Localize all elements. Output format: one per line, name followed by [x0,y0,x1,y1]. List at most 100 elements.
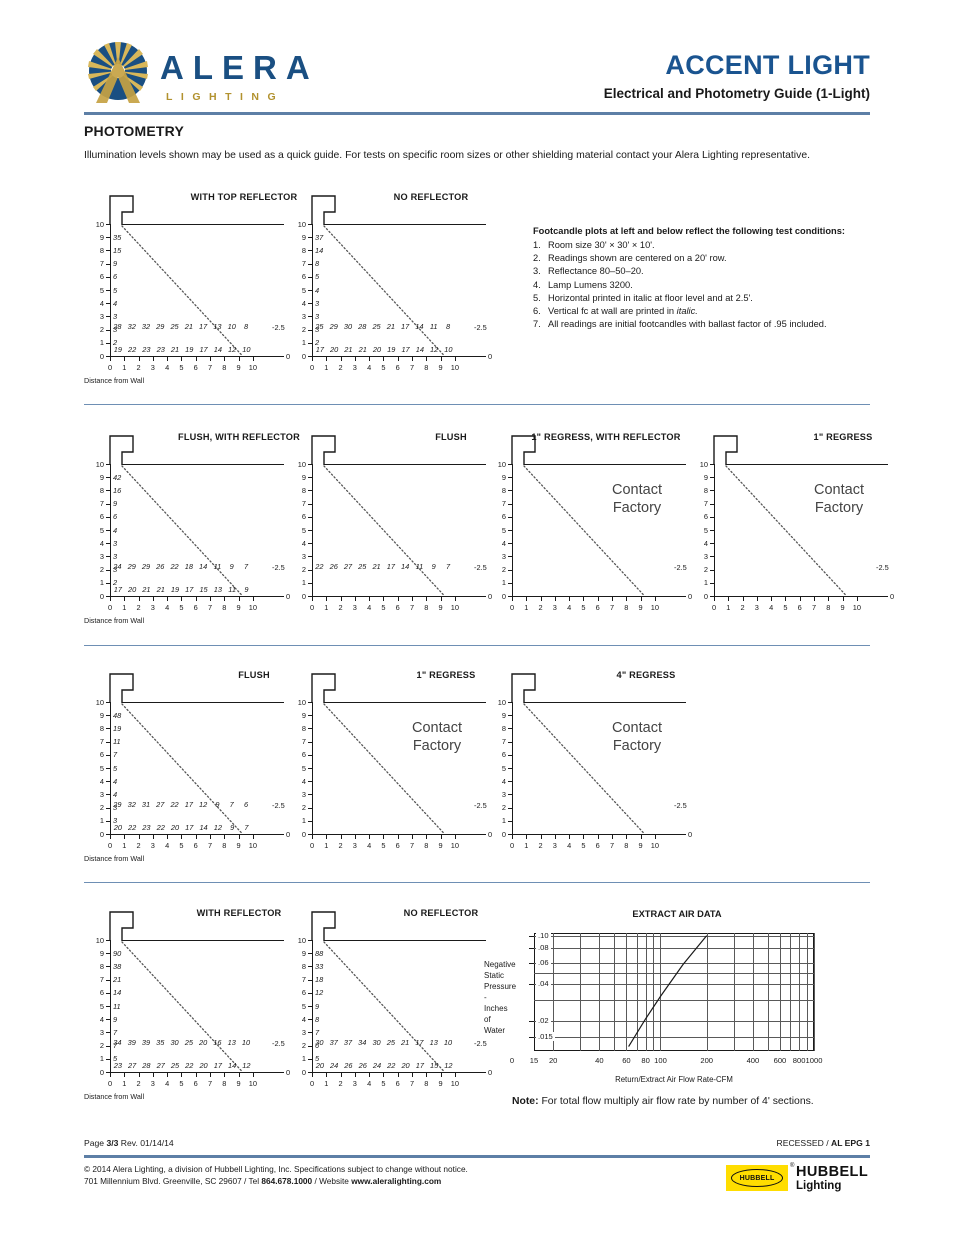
fixture-icon [511,673,536,703]
x-tick-label: 9 [438,603,443,612]
footcandle-value-2-5ft: 7 [243,561,249,571]
beam-line [121,465,244,597]
hubbell-badge: HUBBELL [726,1165,788,1191]
x-tick-label: 6 [193,603,198,612]
x-tick-label: 1 [122,841,127,850]
test-condition-item: 5. Horizontal printed in italic at floor … [533,292,878,305]
y-tick-label: 8 [99,723,104,733]
y-tick-label: 0 [99,591,104,601]
chart-title: 1" REGRESS [813,432,873,442]
header-rule [84,112,870,115]
y-tick-label: 0 [301,351,306,361]
x-tick-label: 9 [438,1079,443,1088]
x-tick-label: 3 [352,363,357,372]
air-chart-plot: .10.08.06.04.02.015 0 15 20 40 60 80 100 200 400 6… [510,930,822,1065]
wall-footcandle-value: 8 [315,259,320,269]
footer-page-prefix: Page [84,1138,107,1148]
y-tick-label: 8 [301,961,306,971]
x-tick-label: 8 [222,603,227,612]
y-tick-label: 10 [297,459,306,469]
y-tick-label: 3 [501,789,506,799]
y-tick-label: 6 [99,272,104,282]
page-header: ALERA LIGHTING ACCENT LIGHT Electrical a… [0,0,954,118]
wall-footcandle-value: 4 [113,525,118,535]
wall-footcandle-value: 14 [113,988,122,998]
x-tick-label: 8 [424,1079,429,1088]
footer-page-number: 3/3 [106,1138,119,1148]
x-tick-label: 8 [424,841,429,850]
y-tick-label: 3 [301,311,306,321]
wall-footcandle-value: 4 [315,285,320,295]
x-tick-label: 5 [581,603,586,612]
y-tick-label: 7 [501,499,506,509]
y-tick-label: 4 [99,776,104,786]
x-tick-label: 2 [538,603,543,612]
y-tick-label: 9 [301,472,306,482]
footcandle-value-2-5ft: 7 [445,561,451,571]
x-tick-label: 8 [222,363,227,372]
section-title: PHOTOMETRY [84,123,185,139]
y-tick-label: 2 [301,325,306,335]
wall-footcandle-value: 21 [113,975,122,985]
y-tick-label: 8 [501,485,506,495]
x-tick-label: 5 [179,841,184,850]
wall-footcandle-value: 7 [113,1027,118,1037]
alera-tagline: LIGHTING [166,91,285,103]
y-tick-label: 10 [95,697,104,707]
wall-footcandle-value: 9 [113,1014,118,1024]
test-condition-text: Reflectance 80–50–20. [548,266,644,277]
air-y-label-line: of [484,1015,491,1025]
beam-line [121,225,244,357]
wall-footcandle-value: 88 [315,948,324,958]
x-tick-label: 9 [840,603,845,612]
alera-wordmark: ALERA [160,49,319,86]
test-condition-item: 7. All readings are initial footcandles w… [533,318,878,331]
page-subtitle: Electrical and Photometry Guide (1-Light… [603,86,870,101]
x-tick-label: 8 [826,603,831,612]
legal-website[interactable]: www.aleralighting.com [351,1176,441,1186]
wall-footcandle-value: 3 [315,298,320,308]
x-tick-label: 6 [193,841,198,850]
y-tick-label: 8 [501,723,506,733]
test-condition-item: 4. Lamp Lumens 3200. [533,279,878,292]
legal-website-prefix: / Website [312,1176,352,1187]
y-tick-label: 2 [501,565,506,575]
air-y-label-line: - [484,993,487,1003]
y-tick-label: 1 [501,578,506,588]
x-tick-label: 7 [409,363,415,372]
legal-address: 701 Millennium Blvd. Greenville, SC 2960… [84,1176,262,1187]
test-condition-number: 7. [533,319,541,330]
y-tick-label: 3 [301,789,306,799]
air-x-tick-label: 40 [595,1056,604,1065]
x-tick-label: 8 [222,1079,227,1088]
y-tick-label: 0 [301,829,306,839]
contact-factory-label: Contact Factory [612,720,662,754]
photometry-chart: 1" REGRESS 10 9 8 7 6 5 4 3 2 1 0 0 1 2 3 4 5 6 7 8 9 10 -2.5 0 C… [688,432,894,647]
fixture-icon [311,195,336,225]
y-tick-label: 3 [99,1027,104,1037]
x-tick-label: 0 [509,603,515,612]
y-tick-label: 7 [301,499,306,509]
y-tick-label: 10 [95,935,104,945]
x-tick-label: 1 [324,1079,329,1088]
wall-footcandle-value: 4 [113,298,118,308]
test-condition-number: 1. [533,240,541,250]
footer-rule [84,1155,870,1158]
y-tick-label: 7 [99,259,104,269]
x-tick-label: 9 [236,603,241,612]
wall-footcandle-value: 9 [315,1001,320,1011]
y-tick-label: 9 [301,232,306,242]
y-tick-label: 0 [99,351,104,361]
y-tick-label: 6 [99,988,104,998]
footcandle-value-floor: 7 [244,823,249,832]
chart-title: 4" REGRESS [616,670,676,680]
wall-footcandle-value: 38 [113,961,122,971]
x-tick-label: 6 [797,603,802,612]
hubbell-name: HUBBELL [796,1164,869,1180]
y-tick-label: 7 [501,737,506,747]
y-tick-label: 10 [497,697,506,707]
footer-code: AL EPG 1 [830,1138,870,1148]
y-tick-label: 4 [301,1014,306,1024]
photometry-chart: 1" REGRESS, WITH REFLECTOR 10 9 8 7 6 5 4 3 2 1 0 0 1… [486,432,692,647]
page-title: ACCENT LIGHT [665,50,870,80]
